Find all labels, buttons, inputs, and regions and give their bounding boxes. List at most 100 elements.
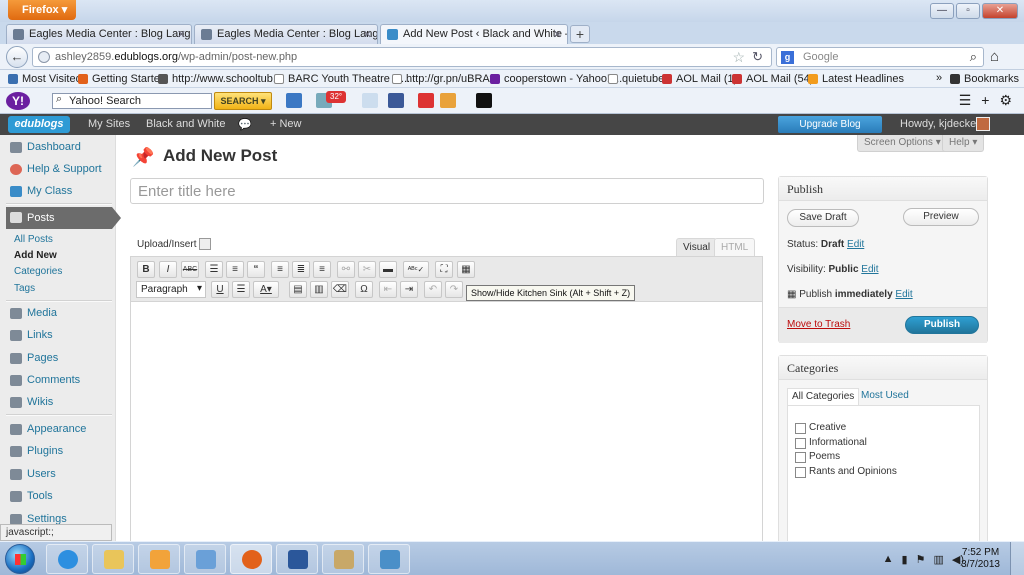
edit-visibility-link[interactable]: Edit [861,264,878,275]
bullet-list-icon[interactable]: ☰ [205,261,223,278]
help-button[interactable]: Help ▾ [942,135,985,152]
sidebar-item-appearance[interactable]: Appearance [6,419,114,439]
usb-icon[interactable]: ▮ [902,553,908,566]
clear-formatting-icon[interactable]: ⌫ [331,281,349,298]
back-button[interactable]: ← [6,46,28,68]
site-name-menu[interactable]: Black and White [146,118,225,130]
sidebar-item-comments[interactable]: Comments [6,370,114,390]
undo-icon[interactable]: ↶ [424,281,442,298]
strikethrough-button[interactable]: ABC [181,261,199,278]
sidebar-item-plugins[interactable]: Plugins [6,441,114,461]
taskbar-explorer[interactable] [92,544,134,574]
indent-icon[interactable]: ⇥ [400,281,418,298]
clock[interactable]: 7:52 PM 3/7/2013 [961,547,1000,571]
browser-tab-2[interactable]: Eagles Media Center : Blog Language? ✕ [194,24,378,44]
sidebar-item-pages[interactable]: Pages [6,348,114,368]
start-button[interactable] [5,544,35,574]
yahoo-logo-icon[interactable]: Y! [6,92,30,110]
blockquote-icon[interactable]: “ [247,261,265,278]
save-draft-button[interactable]: Save Draft [787,209,859,227]
text-color-icon[interactable]: A▾ [253,281,279,298]
screen-options-button[interactable]: Screen Options ▾ [857,135,948,152]
network-status-icon[interactable]: ▥ [933,553,943,566]
new-content-menu[interactable]: + New [270,118,302,130]
minimize-button[interactable]: — [930,3,954,19]
menu-icon[interactable]: ☰ [959,92,972,109]
bookmark-latest-headlines[interactable]: Latest Headlines [808,73,904,85]
taskbar-firefox[interactable] [230,544,272,574]
add-icon[interactable]: + [981,92,989,109]
taskbar-paint[interactable] [322,544,364,574]
align-right-icon[interactable]: ≡ [313,261,331,278]
url-bar[interactable]: ashley2859.edublogs.org/wp-admin/post-ne… [32,47,772,67]
preview-button[interactable]: Preview [903,208,979,226]
yahoo-search-input[interactable]: Yahoo! Search [52,93,212,109]
bookmark-grpn[interactable]: http://gr.pn/uBRAfJ [392,73,498,85]
unlink-icon[interactable]: ✂ [358,261,376,278]
show-hidden-icons-icon[interactable]: ▲ [883,553,894,566]
taskbar-network[interactable] [184,544,226,574]
insert-link-icon[interactable]: ⚯ [337,261,355,278]
bookmark-quietube[interactable]: quietube [608,73,664,85]
games-icon[interactable] [440,93,456,108]
youtube-icon[interactable] [418,93,434,108]
tab-html[interactable]: HTML [714,238,756,257]
kitchen-sink-icon[interactable]: ▦ [457,261,475,278]
howdy-user-menu[interactable]: Howdy, kjdecker [900,118,980,130]
sidebar-item-tools[interactable]: Tools [6,486,114,506]
bookmark-schooltube[interactable]: http://www.schooltub... [158,73,282,85]
sidebar-item-dashboard[interactable]: Dashboard [6,137,114,157]
gear-icon[interactable]: ⚙ [999,92,1012,109]
category-checkbox[interactable]: Rants and Opinions [795,466,897,478]
comments-bubble-icon[interactable]: 💬 [238,118,252,131]
taskbar-media[interactable] [138,544,180,574]
bookmark-barc[interactable]: BARC Youth Theatre C... [274,73,410,85]
search-icon[interactable]: ⌕ [970,49,977,65]
edublogs-logo[interactable]: edublogs [8,116,70,133]
edit-status-link[interactable]: Edit [847,239,864,250]
underline-button[interactable]: U [211,281,229,298]
sidebar-item-users[interactable]: Users [6,464,114,484]
reload-icon[interactable]: ↻ [752,49,763,65]
taskbar-screenshot[interactable] [368,544,410,574]
upgrade-blog-button[interactable]: Upgrade Blog [778,116,882,133]
firefox-menu-button[interactable]: Firefox ▾ [8,0,76,20]
sidebar-item-help[interactable]: Help & Support [6,159,114,179]
mail-icon[interactable] [286,93,302,108]
taskbar-word[interactable] [276,544,318,574]
numbered-list-icon[interactable]: ≡ [226,261,244,278]
bookmarks-menu[interactable]: » Bookmarks [936,72,1019,85]
spellcheck-icon[interactable]: ᴬᴮᶜ✓ [403,261,429,278]
more-tag-icon[interactable]: ▬ [379,261,397,278]
sidebar-sub-categories[interactable]: Categories [14,266,62,277]
justify-icon[interactable]: ☰ [232,281,250,298]
paste-text-icon[interactable]: ▤ [289,281,307,298]
search-input[interactable]: g Google ⌕ [776,47,984,67]
sidebar-item-my-class[interactable]: My Class [6,181,114,201]
flag-icon[interactable]: ⚑ [916,553,926,566]
category-checkbox[interactable]: Poems [795,451,840,463]
fullscreen-icon[interactable]: ⛶ [435,261,453,278]
add-media-icon[interactable] [199,238,211,250]
upload-insert-link[interactable]: Upload/Insert [137,238,211,250]
bookmark-most-visited[interactable]: Most Visited [8,73,82,85]
tab-close-icon[interactable]: ✕ [363,28,372,41]
home-icon[interactable]: ⌂ [990,48,999,65]
sidebar-sub-tags[interactable]: Tags [14,283,35,294]
sidebar-item-media[interactable]: Media [6,303,114,323]
bold-button[interactable]: B [137,261,155,278]
post-title-input[interactable]: Enter title here [130,178,764,204]
browser-tab-active[interactable]: Add New Post ‹ Black and White — ... ✕ [380,24,568,44]
facebook-icon[interactable] [388,93,404,108]
avatar[interactable] [976,117,990,131]
publish-button[interactable]: Publish [905,316,979,334]
align-left-icon[interactable]: ≡ [271,261,289,278]
my-sites-menu[interactable]: My Sites [88,118,130,130]
show-desktop-button[interactable] [1010,542,1024,575]
redo-icon[interactable]: ↷ [445,281,463,298]
edit-publish-time-link[interactable]: Edit [895,289,912,300]
tab-most-used[interactable]: Most Used [857,388,913,405]
special-character-icon[interactable]: Ω [355,281,373,298]
close-window-button[interactable]: ✕ [982,3,1018,19]
taskbar-ie[interactable] [46,544,88,574]
